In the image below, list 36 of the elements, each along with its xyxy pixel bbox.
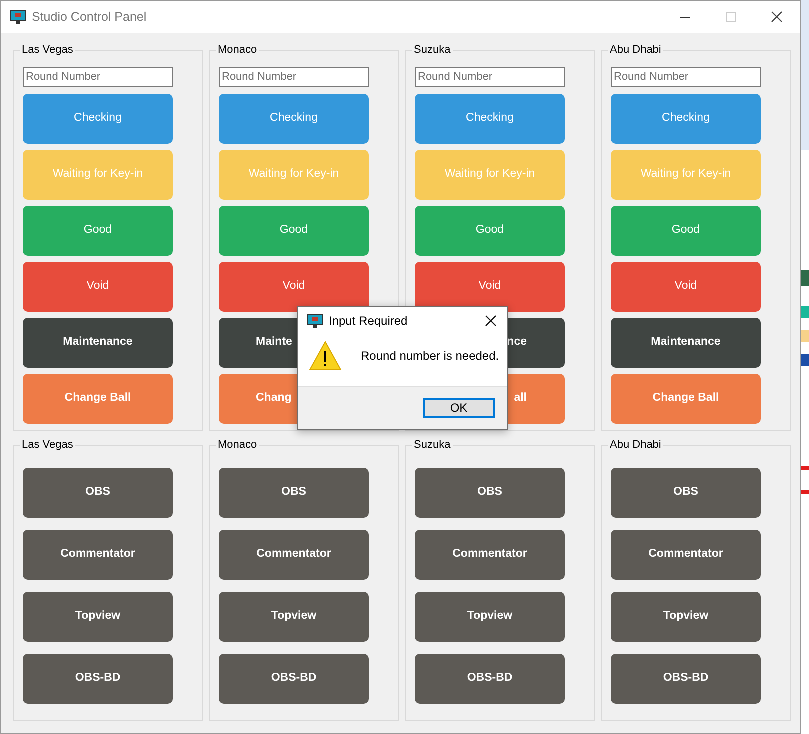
status-button[interactable]: Void	[23, 262, 173, 312]
camera-button[interactable]: OBS	[415, 468, 565, 518]
round-number-field[interactable]: Round Number	[415, 67, 565, 87]
monitor-icon	[10, 10, 26, 24]
close-icon	[771, 11, 783, 23]
camera-button[interactable]: Topview	[611, 592, 761, 642]
round-number-field[interactable]: Round Number	[23, 67, 173, 87]
status-button[interactable]: Void	[611, 262, 761, 312]
round-number-field[interactable]: Round Number	[219, 67, 369, 87]
status-button[interactable]: Maintenance	[611, 318, 761, 368]
close-icon	[485, 315, 497, 327]
camera-button[interactable]: Commentator	[23, 530, 173, 580]
camera-button[interactable]: Topview	[219, 592, 369, 642]
window-title: Studio Control Panel	[32, 8, 147, 26]
round-number-field[interactable]: Round Number	[611, 67, 761, 87]
monitor-icon	[307, 314, 323, 328]
camera-button[interactable]: Commentator	[611, 530, 761, 580]
group-title: Las Vegas	[20, 43, 76, 57]
status-button[interactable]: Maintenance	[23, 318, 173, 368]
camera-button[interactable]: Topview	[23, 592, 173, 642]
warning-icon	[309, 341, 342, 371]
camera-button[interactable]: OBS	[611, 468, 761, 518]
camera-button[interactable]: Commentator	[415, 530, 565, 580]
group-title: Las Vegas	[20, 438, 76, 452]
status-button[interactable]: Void	[219, 262, 369, 312]
camera-button[interactable]: OBS	[219, 468, 369, 518]
close-button[interactable]	[484, 314, 498, 328]
camera-button[interactable]: OBS	[23, 468, 173, 518]
camera-button[interactable]: Commentator	[219, 530, 369, 580]
status-button[interactable]: Void	[415, 262, 565, 312]
camera-button[interactable]: OBS-BD	[415, 654, 565, 704]
camera-button[interactable]: OBS-BD	[219, 654, 369, 704]
camera-button[interactable]: OBS-BD	[23, 654, 173, 704]
ok-button[interactable]: OK	[423, 398, 495, 418]
camera-button[interactable]: OBS-BD	[611, 654, 761, 704]
camera-button[interactable]: Topview	[415, 592, 565, 642]
